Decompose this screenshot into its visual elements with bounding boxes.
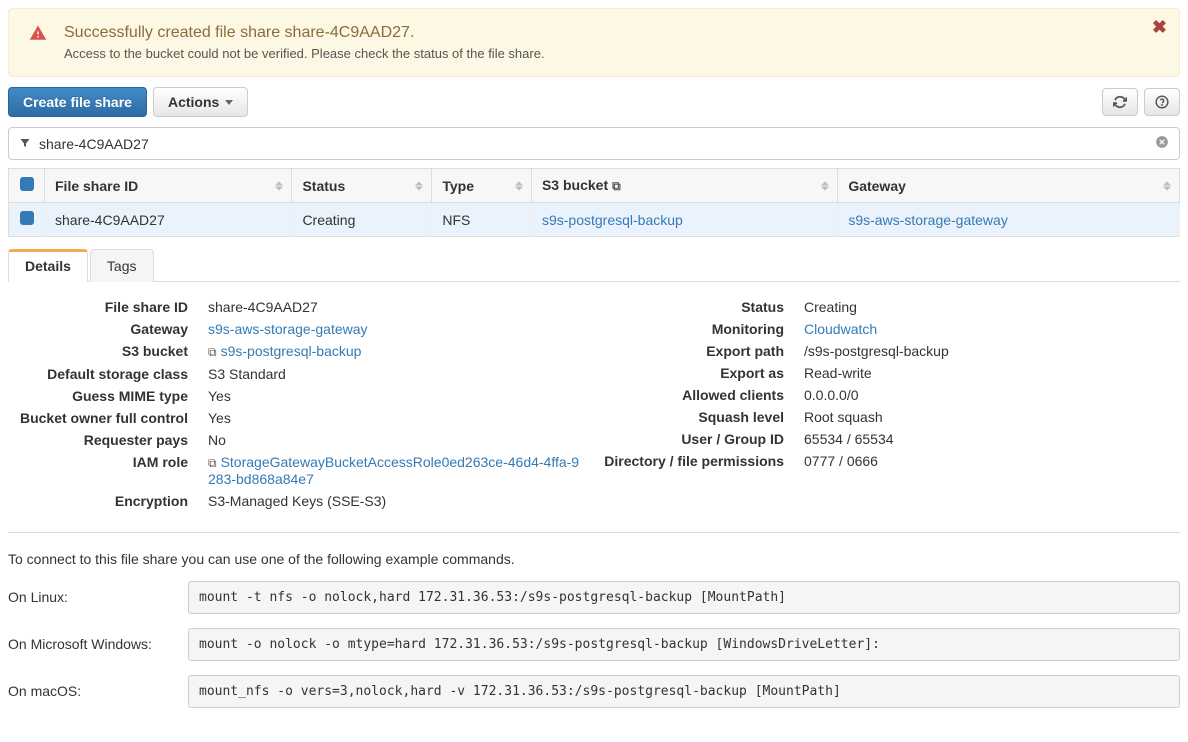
create-file-share-button[interactable]: Create file share [8, 87, 147, 117]
cell-bucket-link[interactable]: s9s-postgresql-backup [542, 212, 683, 228]
lbl-guess-mime: Guess MIME type [8, 388, 208, 404]
actions-button[interactable]: Actions [153, 87, 248, 117]
val-status: Creating [804, 299, 1180, 315]
col-status[interactable]: Status [292, 169, 432, 203]
chevron-down-icon [225, 100, 233, 105]
val-requester-pays: No [208, 432, 584, 448]
details-panel: File share IDshare-4C9AAD27 Gateways9s-a… [8, 296, 1180, 512]
lbl-export-as: Export as [604, 365, 804, 381]
lbl-user-group: User / Group ID [604, 431, 804, 447]
cell-type: NFS [432, 203, 532, 237]
lbl-encryption: Encryption [8, 493, 208, 509]
lbl-monitoring: Monitoring [604, 321, 804, 337]
alert-text: Access to the bucket could not be verifi… [64, 46, 1164, 61]
checkbox-icon [20, 177, 34, 191]
macos-label: On macOS: [8, 675, 178, 699]
val-user-group: 65534 / 65534 [804, 431, 1180, 447]
filter-value: share-4C9AAD27 [39, 136, 1147, 152]
lbl-allowed-clients: Allowed clients [604, 387, 804, 403]
table-row[interactable]: share-4C9AAD27 Creating NFS s9s-postgres… [9, 203, 1180, 237]
close-icon[interactable]: ✖ [1152, 17, 1167, 38]
connect-intro: To connect to this file share you can us… [8, 551, 1180, 567]
tab-tags[interactable]: Tags [90, 249, 154, 282]
macos-command[interactable]: mount_nfs -o vers=3,nolock,hard -v 172.3… [188, 675, 1180, 708]
lbl-status: Status [604, 299, 804, 315]
linux-command[interactable]: mount -t nfs -o nolock,hard 172.31.36.53… [188, 581, 1180, 614]
cell-status: Creating [292, 203, 432, 237]
select-all-header[interactable] [9, 169, 45, 203]
lbl-bucket-owner: Bucket owner full control [8, 410, 208, 426]
windows-label: On Microsoft Windows: [8, 628, 178, 652]
file-shares-table: File share ID Status Type S3 bucket⧉ Gat… [8, 168, 1180, 237]
lbl-file-share-id: File share ID [8, 299, 208, 315]
lbl-squash: Squash level [604, 409, 804, 425]
col-s3-bucket[interactable]: S3 bucket⧉ [531, 169, 837, 203]
lbl-storage-class: Default storage class [8, 366, 208, 382]
alert-banner: Successfully created file share share-4C… [8, 8, 1180, 77]
val-monitoring-link[interactable]: Cloudwatch [804, 321, 877, 337]
tabs: Details Tags [8, 249, 1180, 282]
val-export-as: Read-write [804, 365, 1180, 381]
lbl-requester-pays: Requester pays [8, 432, 208, 448]
refresh-button[interactable] [1102, 88, 1138, 116]
linux-label: On Linux: [8, 581, 178, 605]
val-gateway-link[interactable]: s9s-aws-storage-gateway [208, 321, 368, 337]
col-type[interactable]: Type [432, 169, 532, 203]
val-iam-role-link[interactable]: StorageGatewayBucketAccessRole0ed263ce-4… [208, 454, 579, 487]
cell-gateway-link[interactable]: s9s-aws-storage-gateway [848, 212, 1008, 228]
lbl-s3-bucket: S3 bucket [8, 343, 208, 360]
val-encryption: S3-Managed Keys (SSE-S3) [208, 493, 584, 509]
col-file-share-id[interactable]: File share ID [45, 169, 292, 203]
val-squash: Root squash [804, 409, 1180, 425]
warning-icon [29, 24, 47, 47]
external-link-icon: ⧉ [612, 179, 621, 193]
val-allowed-clients: 0.0.0.0/0 [804, 387, 1180, 403]
val-storage-class: S3 Standard [208, 366, 584, 382]
val-export-path: /s9s-postgresql-backup [804, 343, 1180, 359]
divider [8, 532, 1180, 533]
lbl-iam-role: IAM role [8, 454, 208, 487]
external-link-icon: ⧉ [208, 456, 217, 471]
filter-icon [19, 136, 31, 152]
external-link-icon: ⧉ [208, 345, 217, 360]
tab-details[interactable]: Details [8, 249, 88, 282]
alert-title: Successfully created file share share-4C… [64, 24, 1164, 42]
val-s3-bucket-link[interactable]: s9s-postgresql-backup [221, 343, 362, 359]
val-file-share-id: share-4C9AAD27 [208, 299, 584, 315]
lbl-gateway: Gateway [8, 321, 208, 337]
val-bucket-owner: Yes [208, 410, 584, 426]
clear-filter-icon[interactable] [1155, 135, 1169, 152]
row-checkbox[interactable] [20, 211, 34, 225]
windows-command[interactable]: mount -o nolock -o mtype=hard 172.31.36.… [188, 628, 1180, 661]
val-dir-perms: 0777 / 0666 [804, 453, 1180, 469]
actions-label: Actions [168, 94, 219, 110]
help-button[interactable] [1144, 88, 1180, 116]
lbl-export-path: Export path [604, 343, 804, 359]
col-gateway[interactable]: Gateway [838, 169, 1180, 203]
lbl-dir-perms: Directory / file permissions [604, 453, 804, 469]
val-guess-mime: Yes [208, 388, 584, 404]
toolbar: Create file share Actions [8, 87, 1180, 117]
filter-bar[interactable]: share-4C9AAD27 [8, 127, 1180, 160]
cell-id: share-4C9AAD27 [45, 203, 292, 237]
